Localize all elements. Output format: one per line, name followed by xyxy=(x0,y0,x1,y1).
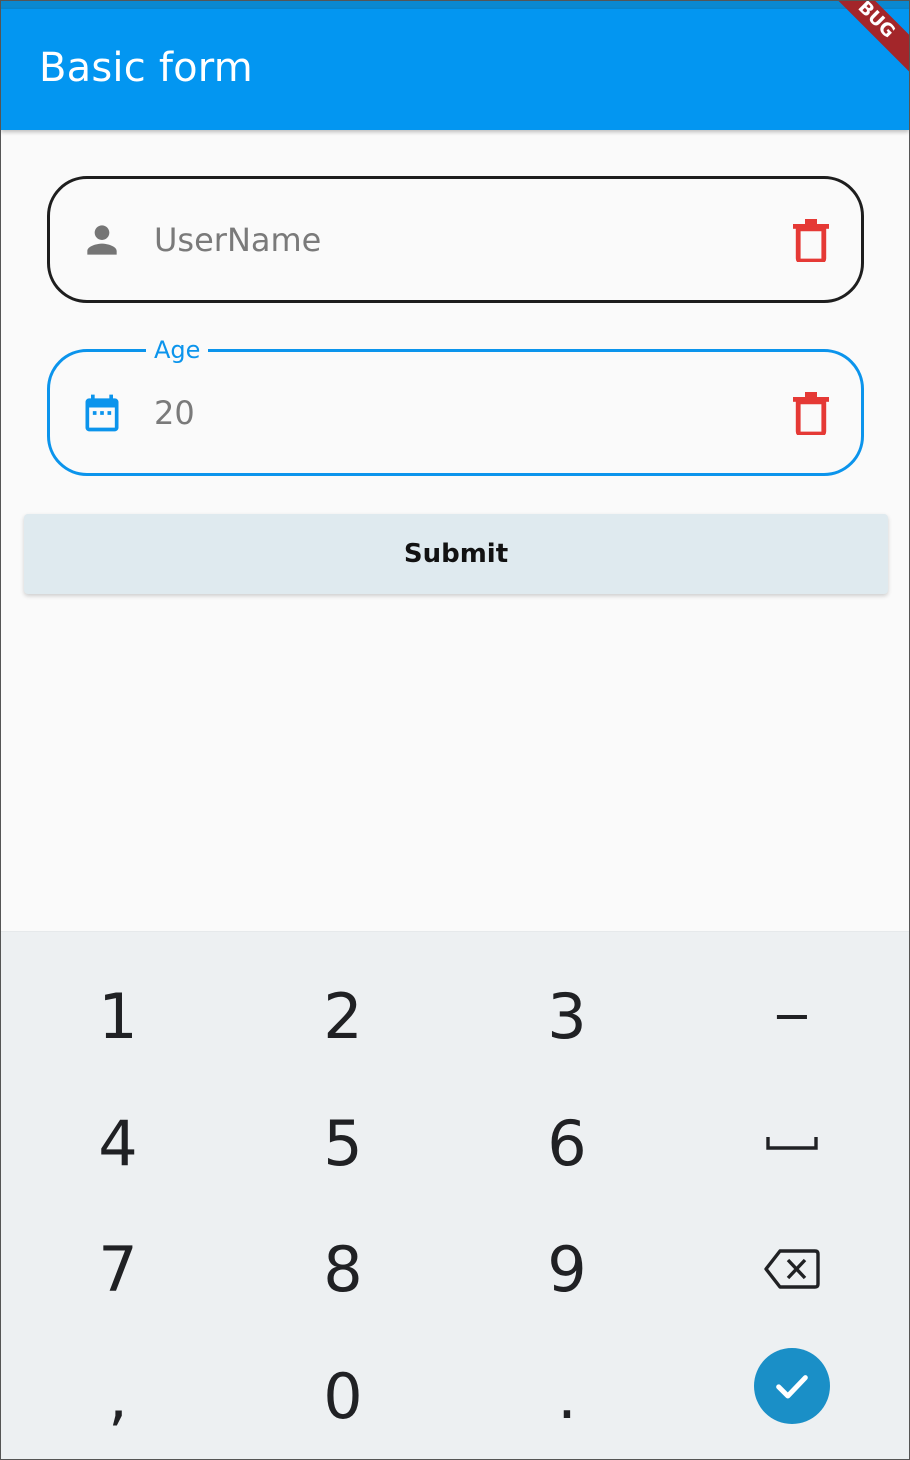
app-bar: Basic form xyxy=(1,9,909,130)
key-8[interactable]: 8 xyxy=(253,1214,433,1324)
key-6[interactable]: 6 xyxy=(477,1088,657,1198)
backspace-key[interactable] xyxy=(702,1214,882,1324)
space-icon xyxy=(766,1137,818,1150)
enter-button[interactable] xyxy=(754,1348,830,1424)
calendar-icon xyxy=(80,391,124,435)
key-comma[interactable]: , xyxy=(28,1341,208,1451)
age-label: Age xyxy=(146,336,209,364)
key-3[interactable]: 3 xyxy=(477,961,657,1071)
key-0[interactable]: 0 xyxy=(253,1341,433,1451)
key-7[interactable]: 7 xyxy=(28,1214,208,1324)
submit-button[interactable]: Submit xyxy=(24,514,888,594)
status-bar xyxy=(1,1,909,9)
age-field[interactable]: Age 20 xyxy=(47,336,864,476)
person-icon xyxy=(80,218,124,262)
enter-key[interactable] xyxy=(702,1331,882,1441)
age-input[interactable]: 20 xyxy=(154,394,195,432)
check-icon xyxy=(776,1375,808,1399)
key-5[interactable]: 5 xyxy=(253,1088,433,1198)
key-4[interactable]: 4 xyxy=(28,1088,208,1198)
username-delete-icon[interactable] xyxy=(791,218,831,263)
username-field[interactable]: UserName xyxy=(47,176,864,303)
username-placeholder: UserName xyxy=(154,220,322,259)
key-1[interactable]: 1 xyxy=(28,961,208,1071)
backspace-icon xyxy=(764,1249,820,1289)
key-9[interactable]: 9 xyxy=(477,1214,657,1324)
phone-screen: Basic form BUG UserName Age 20 Submit 1 … xyxy=(0,0,910,1460)
numeric-keyboard: 1 2 3 − 4 5 6 7 8 9 , 0 . xyxy=(1,931,909,1459)
key-period[interactable]: . xyxy=(477,1341,657,1451)
age-delete-icon[interactable] xyxy=(791,391,831,436)
key-2[interactable]: 2 xyxy=(253,961,433,1071)
key-minus[interactable]: − xyxy=(702,961,882,1071)
space-key[interactable] xyxy=(702,1088,882,1198)
page-title: Basic form xyxy=(39,45,253,91)
